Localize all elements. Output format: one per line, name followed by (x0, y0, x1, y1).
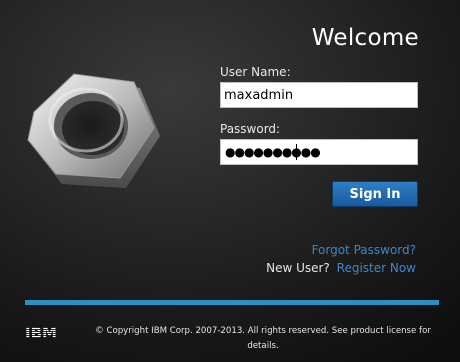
login-page: Welcome User Name: Password: ●●●●●●●●●● … (0, 0, 460, 362)
sign-in-button[interactable]: Sign In (332, 181, 418, 207)
welcome-heading: Welcome (311, 25, 419, 51)
footer-divider (25, 300, 439, 305)
new-user-text: New User? (266, 261, 330, 275)
password-masked-value: ●●●●●●●●●● (225, 145, 321, 159)
password-label: Password: (220, 122, 281, 136)
username-input[interactable] (220, 82, 418, 108)
text-caret (296, 144, 297, 160)
copyright-text: © Copyright IBM Corp. 2007-2013. All rig… (95, 326, 431, 351)
new-user-row: New User? Register Now (266, 261, 416, 275)
hex-nut-logo-icon (27, 73, 160, 188)
forgot-password-link[interactable]: Forgot Password? (312, 243, 416, 257)
register-now-link[interactable]: Register Now (337, 261, 416, 275)
username-label: User Name: (220, 65, 291, 79)
ibm-logo-icon: IBM (25, 324, 67, 340)
password-input[interactable]: ●●●●●●●●●● (220, 139, 418, 165)
